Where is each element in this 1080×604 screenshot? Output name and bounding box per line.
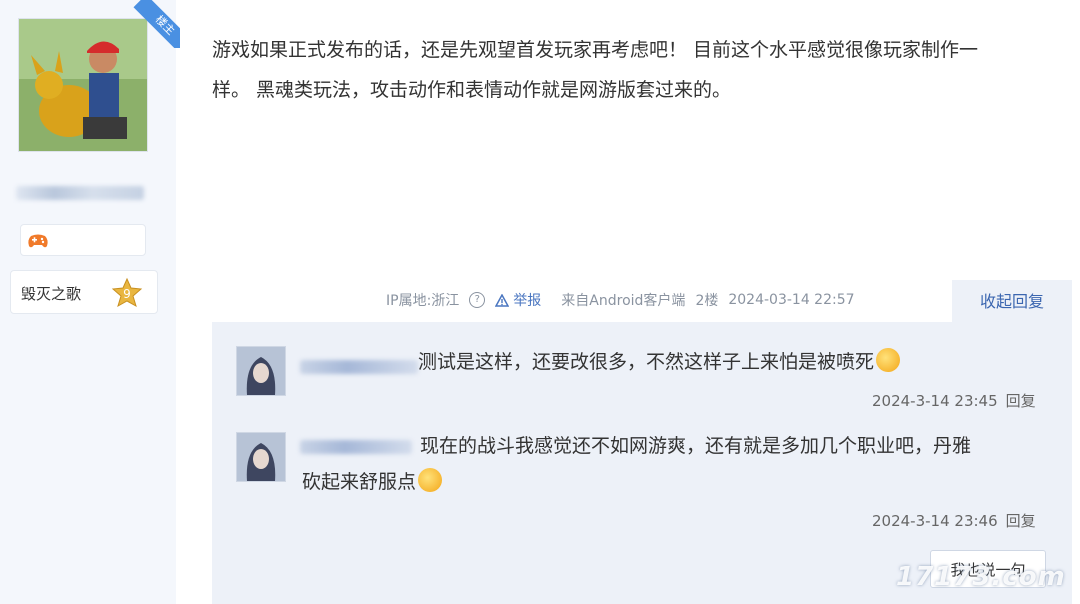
medal-box [20, 224, 146, 256]
level-box: 毁灭之歌 9 [10, 270, 158, 314]
level-star-icon: 9 [111, 277, 143, 308]
author-sidebar: 楼主 毁灭之歌 9 [0, 0, 180, 604]
smile-emoji-icon [876, 348, 901, 372]
post-line-2: 样。 黑魂类玩法，攻击动作和表情动作就是网游版套过来的。 [212, 79, 732, 101]
ip-location: IP属地:浙江 [386, 293, 460, 309]
author-avatar[interactable] [18, 18, 148, 152]
floor-number: 2楼 [695, 293, 719, 309]
reply-time: 2024-3-14 23:46 [872, 512, 998, 530]
reply-button[interactable]: 回复 [1006, 512, 1036, 530]
level-number: 9 [123, 287, 131, 301]
level-name: 毁灭之歌 [21, 285, 82, 303]
avatar-image [19, 19, 147, 151]
reply-button[interactable]: 回复 [1006, 392, 1036, 410]
post-meta: IP属地:浙江 ? 举报 来自Android客户端 2楼 2024-03-14 … [386, 290, 865, 310]
reply-avatar-image [237, 433, 285, 481]
reply-text-line-2: 砍起来舒服点 [302, 464, 443, 500]
report-link[interactable]: 举报 [495, 290, 551, 310]
warning-icon [495, 293, 510, 307]
post-content: 游戏如果正式发布的话，还是先观望首发玩家再考虑吧！ 目前这个水平感觉很像玩家制作… [212, 30, 1042, 110]
reply-avatar[interactable] [236, 346, 286, 396]
post-line-1: 游戏如果正式发布的话，还是先观望首发玩家再考虑吧！ 目前这个水平感觉很像玩家制作… [212, 39, 979, 61]
report-label: 举报 [513, 293, 542, 309]
post-timestamp: 2024-03-14 22:57 [728, 292, 855, 308]
reply-username-blurred [300, 440, 412, 454]
username-blurred [16, 186, 144, 200]
author-corner-badge: 楼主 [132, 0, 180, 48]
reply-time: 2024-3-14 23:45 [872, 392, 998, 410]
reply-avatar-image [237, 347, 285, 395]
post-source: 来自Android客户端 [561, 293, 686, 309]
reply-text-content: 测试是这样，还要改很多，不然这样子上来怕是被喷死 [418, 351, 875, 373]
reply-text: 测试是这样，还要改很多，不然这样子上来怕是被喷死 [418, 344, 901, 380]
help-icon[interactable]: ? [469, 292, 486, 308]
smile-emoji-icon [418, 468, 443, 492]
reply-text-content: 砍起来舒服点 [302, 471, 417, 493]
collapse-replies-button[interactable]: 收起回复 [952, 280, 1072, 324]
site-watermark: 17173.com [896, 562, 1066, 592]
reply-avatar[interactable] [236, 432, 286, 482]
reply-username-blurred [300, 360, 418, 374]
reply-text-line-1: 现在的战斗我感觉还不如网游爽，还有就是多加几个职业吧，丹雅 [420, 435, 972, 457]
reply-meta: 2024-3-14 23:46 回复 [872, 510, 1036, 531]
op-badge: 楼主 [133, 0, 180, 48]
reply-meta: 2024-3-14 23:45 回复 [872, 390, 1036, 411]
gamepad-icon [28, 234, 48, 248]
